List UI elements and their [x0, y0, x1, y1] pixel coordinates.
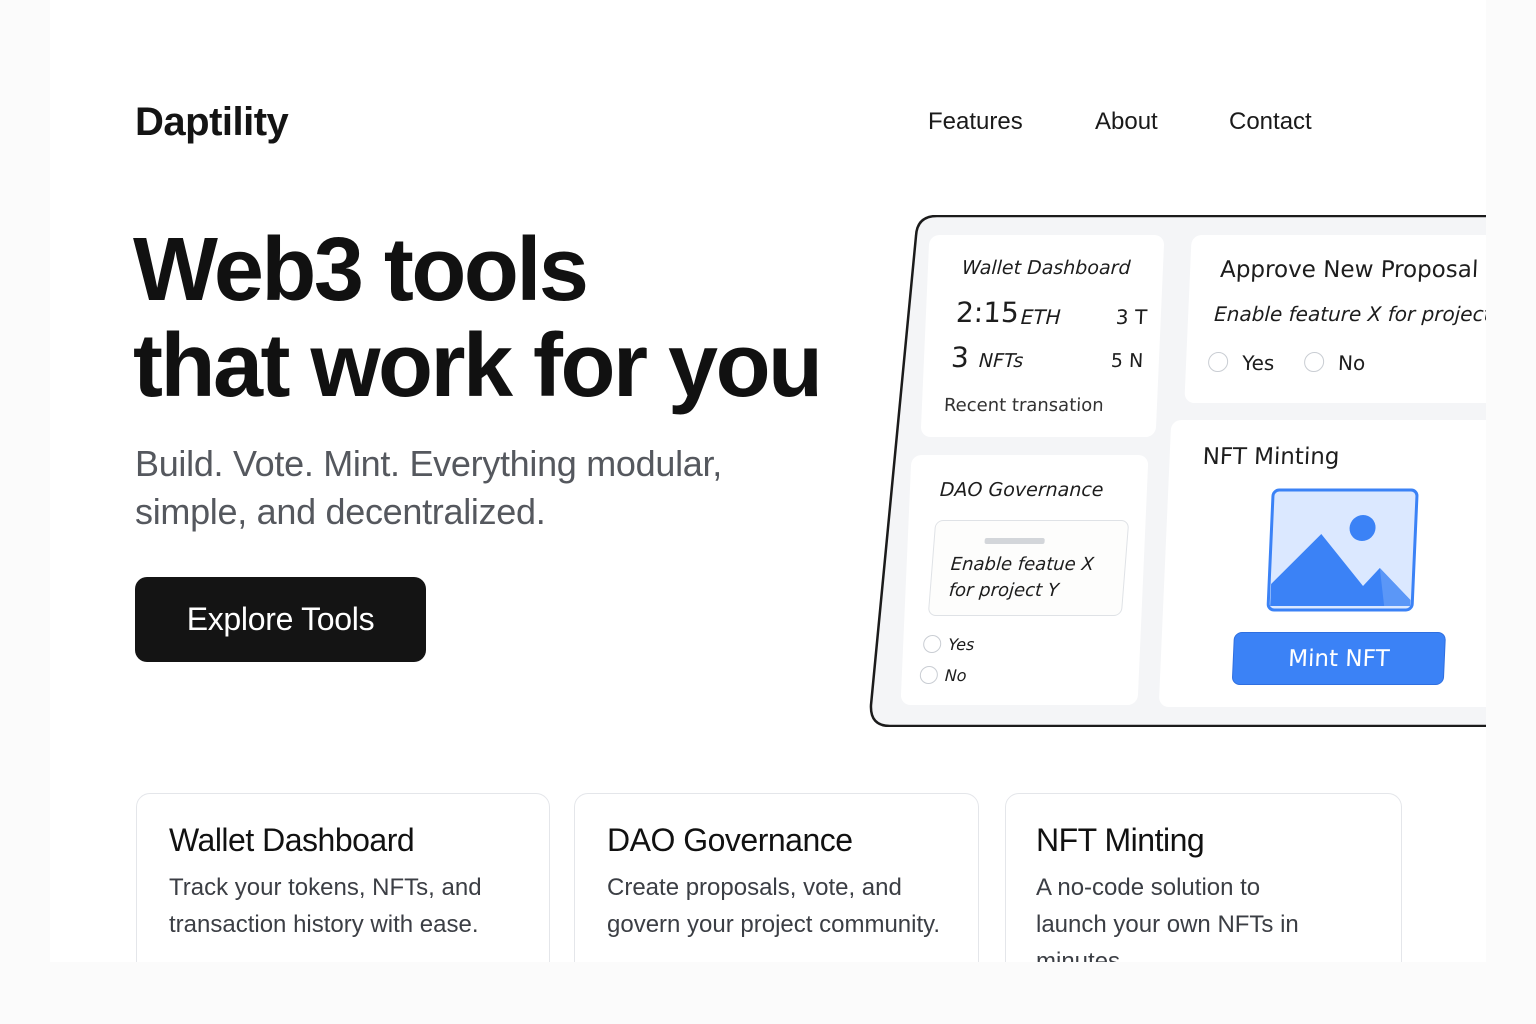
dao-no-label: No	[944, 666, 968, 685]
landing-page: Daptility Features About Contact Web3 to…	[50, 0, 1486, 962]
feature-desc-line: minutes.	[1036, 948, 1127, 962]
feature-description: A no-code solution to launch your own NF…	[1036, 869, 1299, 962]
feature-card-wallet[interactable]: Wallet Dashboard Track your tokens, NFTs…	[136, 793, 550, 962]
feature-title: NFT Minting	[1036, 822, 1205, 858]
mockup-nft-card: NFT Minting Mint NFT	[1158, 420, 1486, 707]
feature-desc-line: A no-code solution to	[1036, 874, 1261, 901]
feature-desc-line: transaction history with ease.	[169, 911, 479, 938]
proposal-no-label: No	[1337, 351, 1366, 375]
bottom-fade	[0, 962, 1536, 1024]
wallet-recent-transactions[interactable]: Recent transation	[944, 395, 1105, 416]
proposal-title: Approve New Proposal	[1219, 257, 1479, 283]
feature-card-dao[interactable]: DAO Governance Create proposals, vote, a…	[574, 793, 979, 962]
brand-logo[interactable]: Daptility	[135, 100, 289, 145]
proposal-no-radio[interactable]	[1303, 352, 1325, 372]
wallet-card-title: Wallet Dashboard	[961, 257, 1131, 279]
dao-yes-label: Yes	[947, 635, 975, 654]
feature-desc-line: launch your own NFTs in	[1036, 911, 1299, 938]
image-placeholder-icon	[1266, 488, 1419, 612]
feature-desc-line: Track your tokens, NFTs, and	[169, 874, 482, 901]
hero-title-line2: that work for you	[133, 316, 823, 416]
wallet-nft-unit: NFTs	[978, 350, 1024, 372]
mockup-dao-card: DAO Governance Enable featue X for proje…	[900, 455, 1149, 705]
nav-about[interactable]: About	[1095, 108, 1158, 136]
feature-card-nft[interactable]: NFT Minting A no-code solution to launch…	[1005, 793, 1402, 962]
feature-desc-line: Create proposals, vote, and	[607, 874, 902, 901]
proposal-yes-label: Yes	[1241, 351, 1275, 375]
explore-tools-button[interactable]: Explore Tools	[135, 577, 426, 662]
mint-nft-button[interactable]: Mint NFT	[1231, 632, 1447, 685]
feature-description: Create proposals, vote, and govern your …	[607, 869, 940, 943]
hero-subtitle: Build. Vote. Mint. Everything modular, s…	[135, 443, 722, 532]
wallet-tokens: 3 T	[1115, 305, 1148, 329]
product-mockup: Wallet Dashboard 2:15 ETH 3 T 3 NFTs 5 N…	[820, 215, 1486, 727]
wallet-balance-unit: ETH	[1020, 305, 1062, 329]
wallet-balance-value: 2:15	[955, 296, 1020, 329]
dao-card-title: DAO Governance	[939, 479, 1104, 501]
dao-box-line1: Enable featue X	[949, 554, 1095, 575]
wallet-nft-count: 3	[950, 341, 970, 374]
feature-title: Wallet Dashboard	[169, 822, 415, 858]
dao-yes-radio[interactable]	[922, 635, 942, 653]
mockup-wallet-card: Wallet Dashboard 2:15 ETH 3 T 3 NFTs 5 N…	[920, 235, 1165, 437]
proposal-description: Enable feature X for project	[1213, 302, 1486, 326]
proposal-yes-radio[interactable]	[1207, 352, 1229, 372]
dao-proposal-box[interactable]: Enable featue X for project Y	[927, 520, 1130, 616]
dao-no-radio[interactable]	[919, 666, 939, 684]
mockup-proposal-card: Approve New Proposal Enable feature X fo…	[1184, 235, 1486, 403]
feature-description: Track your tokens, NFTs, and transaction…	[169, 869, 482, 943]
hero-title: Web3 tools that work for you	[133, 220, 823, 416]
feature-title: DAO Governance	[607, 822, 853, 858]
nav-features[interactable]: Features	[928, 108, 1023, 136]
nav-contact[interactable]: Contact	[1229, 108, 1312, 136]
dao-box-line2: for project Y	[947, 580, 1060, 601]
nft-card-title: NFT Minting	[1202, 444, 1341, 470]
dao-box-bar	[984, 538, 1045, 544]
hero-title-line1: Web3 tools	[133, 220, 589, 320]
wallet-nft-side: 5 N	[1110, 350, 1144, 372]
feature-desc-line: govern your project community.	[607, 911, 941, 938]
